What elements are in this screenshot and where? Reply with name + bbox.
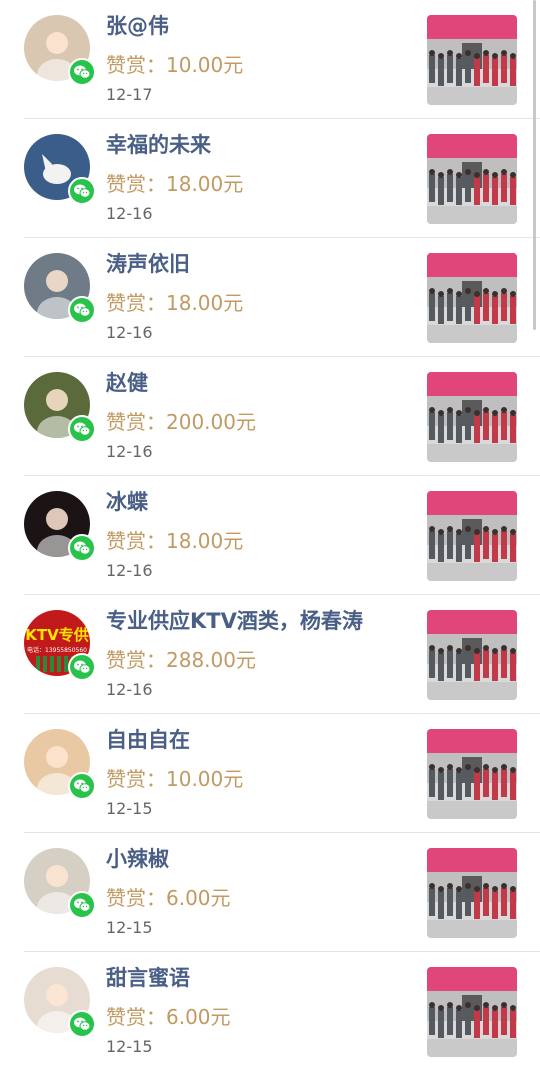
reward-amount: 赞赏：18.00元 <box>106 525 243 554</box>
reward-date: 12-15 <box>106 799 153 818</box>
reward-amount: 赞赏：288.00元 <box>106 644 256 673</box>
amount-label: 赞赏： <box>106 767 166 791</box>
amount-value: 200.00元 <box>166 410 256 434</box>
reward-date: 12-16 <box>106 204 153 223</box>
scrollbar[interactable] <box>533 0 536 330</box>
reward-date: 12-15 <box>106 1037 153 1056</box>
reward-row[interactable]: 小辣椒 赞赏：6.00元 12-15 <box>24 833 540 952</box>
user-name[interactable]: 赵健 <box>106 367 148 397</box>
reward-row[interactable]: 赵健 赞赏：200.00元 12-16 <box>24 357 540 476</box>
user-name[interactable]: 冰蝶 <box>106 486 148 516</box>
article-thumbnail[interactable] <box>427 372 517 462</box>
amount-value: 10.00元 <box>166 767 244 791</box>
reward-row[interactable]: 幸福的未来 赞赏：18.00元 12-16 <box>24 119 540 238</box>
article-thumbnail[interactable] <box>427 15 517 105</box>
amount-label: 赞赏： <box>106 410 166 434</box>
wechat-icon <box>68 772 96 800</box>
reward-row[interactable]: 涛声依旧 赞赏：18.00元 12-16 <box>24 238 540 357</box>
reward-amount: 赞赏：10.00元 <box>106 49 243 78</box>
amount-value: 10.00元 <box>166 53 244 77</box>
amount-value: 18.00元 <box>166 172 244 196</box>
avatar-banner-text: KTV专供 <box>25 626 88 644</box>
amount-value: 18.00元 <box>166 529 244 553</box>
reward-row[interactable]: KTV专供 电话：13955850560 专业供应KTV酒类，杨春涛 赞赏：288… <box>24 595 540 714</box>
reward-amount: 赞赏：6.00元 <box>106 882 231 911</box>
amount-label: 赞赏： <box>106 53 166 77</box>
wechat-icon <box>68 653 96 681</box>
reward-date: 12-16 <box>106 680 153 699</box>
amount-value: 6.00元 <box>166 1005 231 1029</box>
wechat-icon <box>68 415 96 443</box>
wechat-icon <box>68 891 96 919</box>
user-name[interactable]: 张@伟 <box>106 10 169 40</box>
reward-date: 12-16 <box>106 323 153 342</box>
wechat-icon <box>68 58 96 86</box>
wechat-icon <box>68 1010 96 1038</box>
user-name[interactable]: 甜言蜜语 <box>106 962 190 992</box>
reward-date: 12-16 <box>106 561 153 580</box>
reward-amount: 赞赏：10.00元 <box>106 763 243 792</box>
user-name[interactable]: 小辣椒 <box>106 843 169 873</box>
reward-date: 12-16 <box>106 442 153 461</box>
article-thumbnail[interactable] <box>427 610 517 700</box>
reward-amount: 赞赏：6.00元 <box>106 1001 231 1030</box>
reward-amount: 赞赏：18.00元 <box>106 168 243 197</box>
reward-row[interactable]: 甜言蜜语 赞赏：6.00元 12-15 <box>24 952 540 1071</box>
amount-value: 288.00元 <box>166 648 256 672</box>
article-thumbnail[interactable] <box>427 253 517 343</box>
article-thumbnail[interactable] <box>427 729 517 819</box>
wechat-icon <box>68 296 96 324</box>
amount-label: 赞赏： <box>106 648 166 672</box>
amount-label: 赞赏： <box>106 291 166 315</box>
amount-label: 赞赏： <box>106 172 166 196</box>
article-thumbnail[interactable] <box>427 848 517 938</box>
wechat-icon <box>68 534 96 562</box>
reward-date: 12-15 <box>106 918 153 937</box>
amount-label: 赞赏： <box>106 886 166 910</box>
reward-row[interactable]: 张@伟 赞赏：10.00元 12-17 <box>24 0 540 119</box>
amount-value: 6.00元 <box>166 886 231 910</box>
reward-row[interactable]: 自由自在 赞赏：10.00元 12-15 <box>24 714 540 833</box>
reward-amount: 赞赏：18.00元 <box>106 287 243 316</box>
article-thumbnail[interactable] <box>427 491 517 581</box>
article-thumbnail[interactable] <box>427 967 517 1057</box>
user-name[interactable]: 自由自在 <box>106 724 190 754</box>
user-name[interactable]: 涛声依旧 <box>106 248 190 278</box>
user-name[interactable]: 专业供应KTV酒类，杨春涛 <box>106 605 363 635</box>
amount-label: 赞赏： <box>106 1005 166 1029</box>
wechat-icon <box>68 177 96 205</box>
article-thumbnail[interactable] <box>427 134 517 224</box>
reward-date: 12-17 <box>106 85 153 104</box>
user-name[interactable]: 幸福的未来 <box>106 129 211 159</box>
reward-row[interactable]: 冰蝶 赞赏：18.00元 12-16 <box>24 476 540 595</box>
amount-label: 赞赏： <box>106 529 166 553</box>
reward-list: 张@伟 赞赏：10.00元 12-17 幸福的未来 赞赏：18.00元 12-1… <box>0 0 540 1071</box>
reward-amount: 赞赏：200.00元 <box>106 406 256 435</box>
amount-value: 18.00元 <box>166 291 244 315</box>
